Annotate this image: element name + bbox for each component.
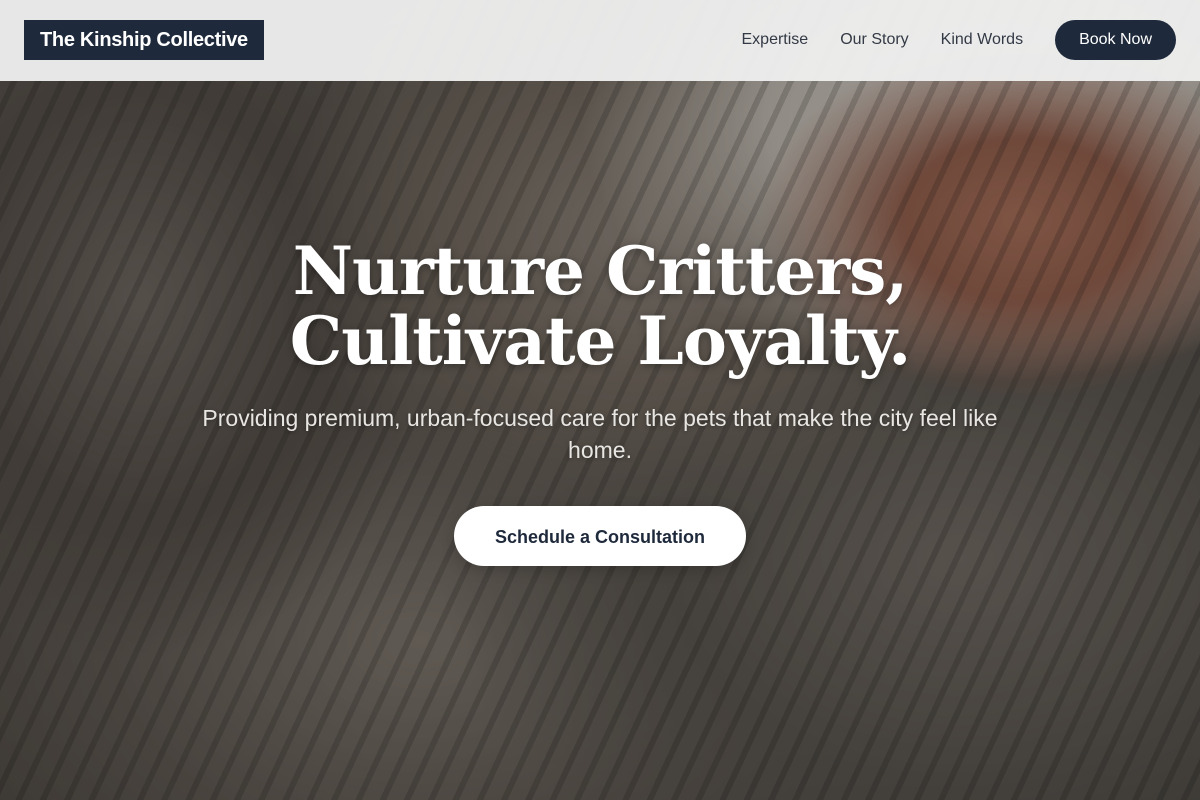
nav-link-our-story[interactable]: Our Story bbox=[840, 31, 908, 49]
schedule-consultation-button[interactable]: Schedule a Consultation bbox=[454, 506, 746, 566]
book-now-button[interactable]: Book Now bbox=[1055, 20, 1176, 60]
hero-title: Nurture Critters, Cultivate Loyalty. bbox=[100, 236, 1100, 376]
site-logo[interactable]: The Kinship Collective bbox=[24, 20, 264, 60]
hero-title-line-2: Cultivate Loyalty. bbox=[289, 302, 912, 380]
nav-link-kind-words[interactable]: Kind Words bbox=[941, 31, 1023, 49]
hero-subtitle: Providing premium, urban-focused care fo… bbox=[202, 405, 998, 463]
hero-section: Nurture Critters, Cultivate Loyalty. Pro… bbox=[0, 0, 1200, 800]
hero-title-line-1: Nurture Critters, bbox=[292, 232, 909, 310]
site-header: The Kinship Collective Expertise Our Sto… bbox=[0, 0, 1200, 81]
landing-page: The Kinship Collective Expertise Our Sto… bbox=[0, 0, 1200, 800]
main-nav: Expertise Our Story Kind Words Book Now bbox=[742, 20, 1176, 60]
nav-link-expertise[interactable]: Expertise bbox=[742, 31, 809, 49]
